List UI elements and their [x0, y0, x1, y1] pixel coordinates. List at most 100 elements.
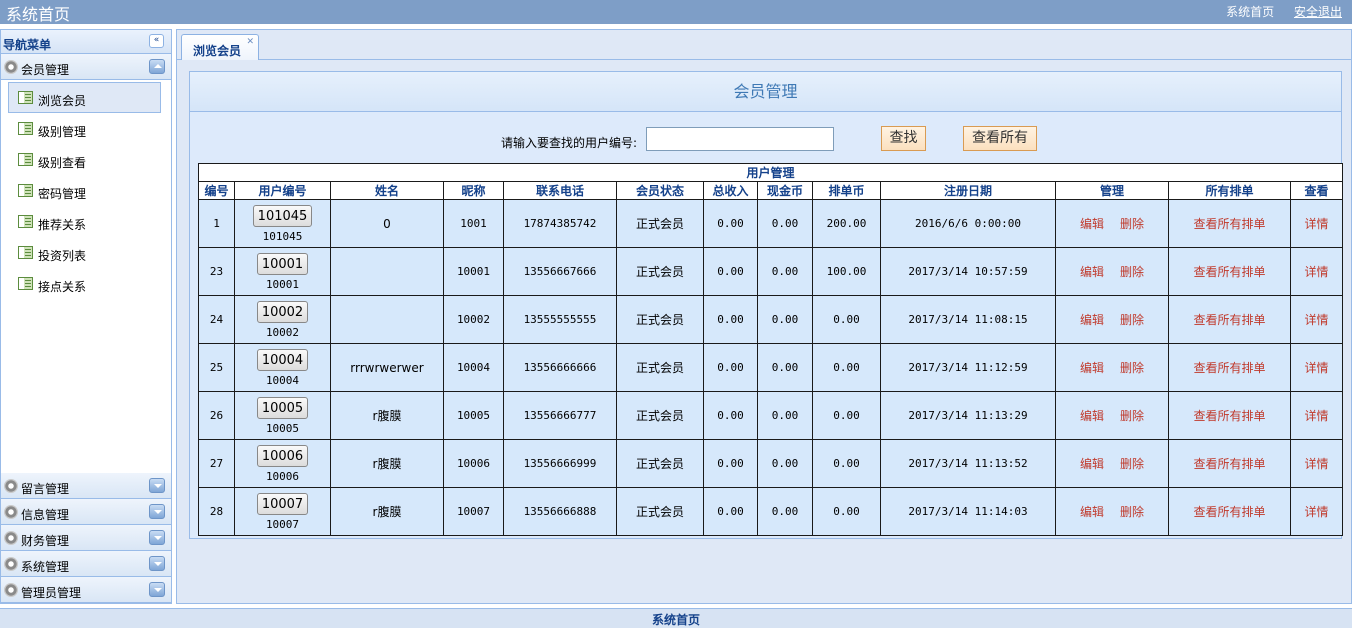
cell-phone: 13556666888 — [503, 487, 617, 536]
cell-uid: 10005 10005 — [234, 391, 331, 440]
expand-panel-icon[interactable] — [149, 504, 165, 519]
view-all-orders-link[interactable]: 查看所有排单 — [1193, 217, 1265, 231]
delete-link[interactable]: 删除 — [1120, 361, 1144, 375]
cell-name — [330, 247, 444, 296]
cell-nick: 10005 — [443, 391, 504, 440]
view-all-orders-link[interactable]: 查看所有排单 — [1193, 505, 1265, 519]
edit-link[interactable]: 编辑 — [1080, 313, 1104, 327]
page-title: 会员管理 — [190, 72, 1341, 112]
sidebar-item[interactable]: 接点关系 — [1, 268, 171, 299]
edit-link[interactable]: 编辑 — [1080, 505, 1104, 519]
edit-link[interactable]: 编辑 — [1080, 361, 1104, 375]
expand-panel-icon[interactable] — [149, 530, 165, 545]
cell-manage: 编辑 删除 — [1055, 247, 1169, 296]
cell-uid: 10001 10001 — [234, 247, 331, 296]
app-title: 系统首页 — [6, 5, 71, 24]
detail-link[interactable]: 详情 — [1305, 409, 1329, 423]
cell-phone: 17874385742 — [503, 199, 617, 248]
panel-header[interactable]: 管理员管理 — [1, 577, 171, 603]
cell-cash: 0.00 — [757, 295, 813, 344]
detail-link[interactable]: 详情 — [1305, 217, 1329, 231]
logout-link[interactable]: 安全退出 — [1294, 5, 1342, 19]
sidebar-item-label: 级别查看 — [38, 156, 87, 170]
sidebar-item[interactable]: 浏览会员 — [1, 82, 171, 113]
collapse-sidebar-icon[interactable]: « — [149, 34, 164, 48]
close-icon[interactable]: ✕ — [246, 37, 254, 47]
sidebar-item[interactable]: 推荐关系 — [1, 206, 171, 237]
detail-link[interactable]: 详情 — [1305, 313, 1329, 327]
cell-uid: 10007 10007 — [234, 487, 331, 536]
panel-member-management[interactable]: 会员管理 — [1, 54, 171, 80]
cell-orders: 查看所有排单 — [1168, 439, 1291, 488]
table-row: 23 10001 10001 10001 13556667666 正式会员 0.00 0.00… — [198, 247, 1344, 296]
sidebar-item[interactable]: 投资列表 — [1, 237, 171, 268]
panel-header[interactable]: 留言管理 — [1, 473, 171, 499]
expand-panel-icon[interactable] — [149, 556, 165, 571]
edit-link[interactable]: 编辑 — [1080, 457, 1104, 471]
cell-queue: 0.00 — [812, 295, 881, 344]
column-header: 管理 — [1055, 181, 1169, 200]
cell-status: 正式会员 — [616, 199, 704, 248]
cell-view: 详情 — [1289, 199, 1344, 248]
cell-cash: 0.00 — [757, 343, 813, 392]
cell-cash: 0.00 — [757, 391, 813, 440]
uid-button[interactable]: 10001 — [256, 252, 309, 275]
cell-phone: 13556666999 — [503, 439, 617, 488]
delete-link[interactable]: 删除 — [1120, 217, 1144, 231]
uid-text: 10001 — [265, 277, 300, 291]
edit-link[interactable]: 编辑 — [1080, 217, 1104, 231]
uid-button[interactable]: 101045 — [252, 204, 313, 227]
home-link[interactable]: 系统首页 — [1226, 5, 1274, 19]
cell-income: 0.00 — [703, 391, 758, 440]
expand-panel-icon[interactable] — [149, 478, 165, 493]
edit-link[interactable]: 编辑 — [1080, 265, 1104, 279]
cell-phone: 13556667666 — [503, 247, 617, 296]
panel-header[interactable]: 系统管理 — [1, 551, 171, 577]
cell-view: 详情 — [1289, 487, 1344, 536]
view-all-orders-link[interactable]: 查看所有排单 — [1193, 457, 1265, 471]
uid-button[interactable]: 10006 — [256, 444, 309, 467]
tab-browse-members[interactable]: 浏览会员 ✕ — [181, 34, 259, 60]
view-all-button[interactable]: 查看所有 — [963, 126, 1037, 151]
delete-link[interactable]: 删除 — [1120, 313, 1144, 327]
sidebar-item[interactable]: 级别管理 — [1, 113, 171, 144]
cell-status: 正式会员 — [616, 343, 704, 392]
cell-manage: 编辑 删除 — [1055, 391, 1169, 440]
sidebar-item[interactable]: 级别查看 — [1, 144, 171, 175]
detail-link[interactable]: 详情 — [1305, 505, 1329, 519]
sidebar-item[interactable]: 密码管理 — [1, 175, 171, 206]
delete-link[interactable]: 删除 — [1120, 505, 1144, 519]
delete-link[interactable]: 删除 — [1120, 409, 1144, 423]
uid-button[interactable]: 10007 — [256, 492, 309, 515]
cell-queue: 0.00 — [812, 487, 881, 536]
list-icon — [18, 215, 33, 228]
detail-link[interactable]: 详情 — [1305, 457, 1329, 471]
view-all-orders-link[interactable]: 查看所有排单 — [1193, 265, 1265, 279]
gear-icon — [4, 557, 18, 571]
view-all-orders-link[interactable]: 查看所有排单 — [1193, 313, 1265, 327]
gear-icon — [4, 60, 18, 74]
list-icon — [18, 184, 33, 197]
view-all-orders-link[interactable]: 查看所有排单 — [1193, 361, 1265, 375]
find-button[interactable]: 查找 — [881, 126, 926, 151]
search-input[interactable] — [646, 127, 834, 151]
cell-manage: 编辑 删除 — [1055, 295, 1169, 344]
column-header: 会员状态 — [616, 181, 704, 200]
list-icon — [18, 91, 33, 104]
uid-button[interactable]: 10005 — [256, 396, 309, 419]
panel-header[interactable]: 信息管理 — [1, 499, 171, 525]
expand-panel-icon[interactable] — [149, 582, 165, 597]
tab-label: 浏览会员 — [193, 44, 242, 58]
uid-button[interactable]: 10004 — [256, 348, 309, 371]
detail-link[interactable]: 详情 — [1305, 265, 1329, 279]
top-links: 系统首页 安全退出 — [1210, 3, 1342, 20]
edit-link[interactable]: 编辑 — [1080, 409, 1104, 423]
panel-header[interactable]: 财务管理 — [1, 525, 171, 551]
collapse-panel-icon[interactable] — [149, 59, 165, 74]
cell-status: 正式会员 — [616, 439, 704, 488]
delete-link[interactable]: 删除 — [1120, 457, 1144, 471]
detail-link[interactable]: 详情 — [1305, 361, 1329, 375]
view-all-orders-link[interactable]: 查看所有排单 — [1193, 409, 1265, 423]
uid-button[interactable]: 10002 — [256, 300, 309, 323]
delete-link[interactable]: 删除 — [1120, 265, 1144, 279]
